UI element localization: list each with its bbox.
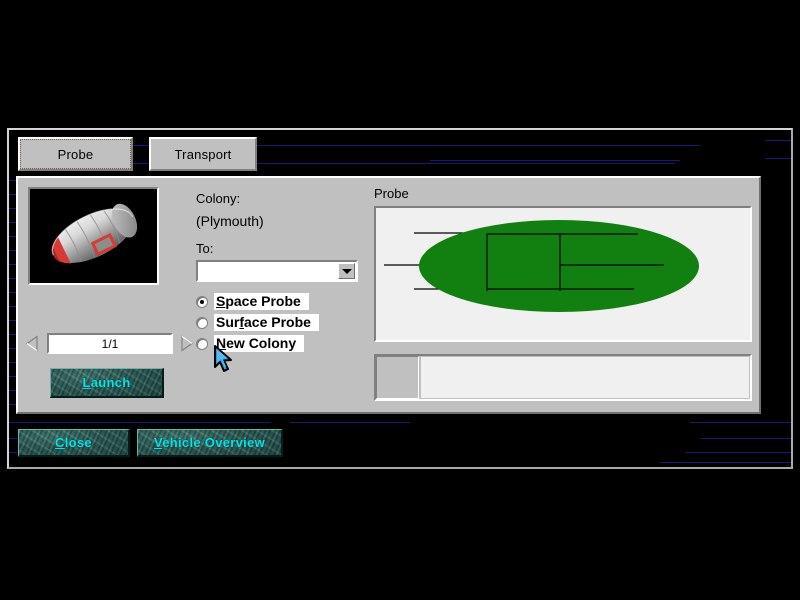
pager-value-text: 1/1: [102, 337, 119, 351]
tab-transport[interactable]: Transport: [149, 137, 257, 171]
colony-value: (Plymouth): [196, 213, 264, 229]
launch-button-label: Launch: [82, 375, 130, 390]
probe-status-bar: [374, 354, 752, 401]
tab-probe-label: Probe: [58, 147, 94, 162]
to-destination-dropdown[interactable]: [196, 260, 358, 282]
radio-space-post: pace Probe: [225, 293, 300, 309]
close-label-rest: lose: [65, 435, 92, 450]
radio-newcolony-accel: N: [216, 335, 226, 351]
radio-space-probe[interactable]: Space Probe: [196, 291, 336, 312]
launch-button[interactable]: Launch: [50, 368, 164, 398]
chevron-down-icon: [342, 269, 352, 274]
radio-new-colony[interactable]: New Colony: [196, 333, 336, 354]
radio-space-accel: S: [216, 293, 225, 309]
to-label: To:: [196, 241, 213, 256]
overview-label-rest: ehicle Overview: [162, 435, 265, 450]
probe-diagram-canvas: [374, 206, 752, 342]
page-spinner: 1/1: [25, 333, 195, 355]
colony-label: Colony:: [196, 191, 240, 206]
launch-accel-char: L: [82, 375, 90, 390]
triangle-right-icon: [180, 335, 194, 352]
probe-type-radio-group: Space Probe Surface Probe New Colony: [196, 291, 336, 354]
tab-probe[interactable]: Probe: [18, 137, 133, 171]
close-accel-char: C: [55, 435, 65, 450]
radio-indicator-icon: [196, 296, 208, 308]
radio-newcolony-post: ew Colony: [226, 335, 296, 351]
probe-status-icon-slot: [376, 356, 419, 399]
probe-status-text: [421, 357, 749, 398]
probe-group-title: Probe: [374, 186, 409, 201]
close-button[interactable]: Close: [18, 429, 130, 457]
probe-group-box: Probe: [372, 180, 757, 410]
probe-thumbnail-preview: [28, 187, 159, 285]
vehicle-overview-button-label: Vehicle Overview: [154, 435, 265, 450]
probe-diagram-ellipse-icon: [376, 208, 750, 340]
overview-accel-char: V: [154, 435, 162, 450]
radio-indicator-icon: [196, 317, 208, 329]
radio-surface-probe[interactable]: Surface Probe: [196, 312, 336, 333]
radio-indicator-icon: [196, 338, 208, 350]
pager-value-field[interactable]: 1/1: [47, 333, 173, 354]
launch-label-rest: aunch: [91, 375, 131, 390]
tab-strip: Probe Transport: [18, 137, 268, 173]
probe-vehicle-render-icon: [30, 189, 157, 283]
main-content-panel: 1/1 Launch Colony: (Plymouth) To: Space …: [16, 176, 761, 414]
radio-space-probe-label: Space Probe: [214, 293, 309, 310]
tab-transport-label: Transport: [175, 147, 232, 162]
pager-next-button[interactable]: [180, 335, 194, 352]
radio-new-colony-label: New Colony: [214, 335, 304, 352]
radio-surface-probe-label: Surface Probe: [214, 314, 319, 331]
pager-previous-button[interactable]: [25, 335, 39, 352]
to-dropdown-arrow-button[interactable]: [338, 263, 355, 279]
close-button-label: Close: [55, 435, 92, 450]
vehicle-overview-button[interactable]: Vehicle Overview: [137, 429, 283, 457]
triangle-left-icon: [25, 335, 39, 352]
radio-surface-pre: Sur: [216, 314, 239, 330]
radio-surface-post: ace Probe: [244, 314, 311, 330]
